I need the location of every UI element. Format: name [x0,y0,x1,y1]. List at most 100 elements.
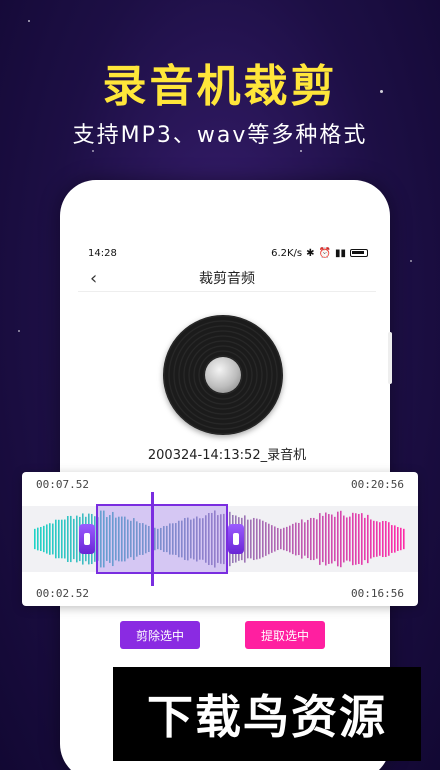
waveform-bar [286,526,288,552]
waveform-bar [403,528,405,550]
waveform-bar [277,527,279,551]
waveform-bar [256,518,258,560]
file-name: 200324-14:13:52_录音机 [147,448,307,463]
star-decoration [18,330,20,332]
waveform-bar [250,519,252,559]
waveform-bar [373,520,375,558]
cut-selection-button[interactable]: 剪除选中 [120,621,200,649]
waveform-bar [52,523,54,555]
waveform-bar [76,515,78,563]
waveform-bar [346,517,348,561]
vinyl-disc-image [163,315,283,435]
promo-subline: 支持MP3、wav等多种格式 [72,123,368,148]
waveform-bar [337,511,339,567]
time-label-bottom-left: 00:02.52 [36,587,89,600]
star-decoration [92,150,94,152]
waveform-bar [268,523,270,555]
waveform-bar [313,517,315,561]
alarm-icon: ⏰ [318,247,331,259]
waveform-bar [289,525,291,553]
waveform-bar [343,515,345,563]
waveform-bar [376,521,378,557]
waveform-bar [331,514,333,564]
waveform-bar [43,525,45,553]
waveform-bar [304,522,306,556]
battery-icon [350,249,368,257]
waveform-bar [58,519,60,559]
waveform-bar [316,519,318,559]
waveform-bar [361,513,363,565]
waveform-bar [49,523,51,555]
status-icons: 6.2K/s ✱ ⏰ ▮▮ [271,248,368,259]
selection-range[interactable] [96,504,228,574]
waveform-bar [310,517,312,561]
waveform-bar [73,518,75,560]
waveform-bar [64,519,66,559]
waveform-bar [394,525,396,553]
time-label-bottom-right: 00:16:56 [351,587,404,600]
waveform-bar [37,527,39,551]
waveform-bar [352,512,354,566]
waveform-bar [55,519,57,559]
promo-headline: 录音机裁剪 [102,61,338,112]
audio-trim-editor: 00:07.52 00:20:56 00:02.52 00:16:56 [22,472,418,606]
waveform-bar [355,513,357,565]
playhead-marker[interactable] [151,492,154,586]
waveform-bar [244,515,246,563]
waveform-bar [388,522,390,556]
waveform-bar [46,524,48,554]
waveform-bar [259,519,261,559]
waveform-bar [262,520,264,558]
waveform-bar [367,514,369,564]
time-label-top-left: 00:07.52 [36,478,89,491]
waveform-bar [334,516,336,562]
time-label-top-right: 00:20:56 [351,478,404,491]
waveform-bar [274,526,276,552]
waveform-bar [370,519,372,559]
waveform-bar [280,528,282,550]
waveform-bar [307,519,309,559]
phone-side-button [388,332,392,384]
star-decoration [28,20,30,22]
waveform-bar [340,510,342,568]
disc-center-icon [205,357,241,393]
waveform-bar [283,527,285,551]
status-bar: 14:28 6.2K/s ✱ ⏰ ▮▮ [88,245,368,261]
nav-bar: ‹ 裁剪音频 [78,262,376,292]
status-time: 14:28 [88,247,117,259]
waveform-bar [391,525,393,553]
watermark-banner: 下载鸟资源 [113,667,421,761]
waveform-bar [358,513,360,565]
waveform-bar [319,513,321,565]
net-speed: 6.2K/s [271,247,303,259]
page-title: 裁剪音频 [199,271,255,287]
waveform-bar [67,516,69,562]
waveform-bar [253,517,255,561]
waveform-bar [34,528,36,550]
waveform-bar [271,525,273,553]
waveform-bar [70,515,72,563]
star-decoration [410,260,412,262]
waveform-bar [265,522,267,556]
waveform-bar [397,527,399,551]
signal-icon: ▮▮ [334,247,346,259]
waveform-bar [325,512,327,566]
waveform-bar [322,515,324,563]
extract-selection-button[interactable]: 提取选中 [245,621,325,649]
waveform-bar [295,522,297,556]
star-decoration [300,150,302,152]
selection-start-handle[interactable] [79,524,95,554]
waveform-bar [298,522,300,556]
selection-end-handle[interactable] [228,524,244,554]
waveform-bar [328,514,330,564]
waveform-bar [349,516,351,562]
waveform-bar [292,523,294,555]
waveform-bar [379,522,381,556]
waveform-bar [400,527,402,551]
waveform-bar [40,526,42,552]
waveform-bar [301,519,303,559]
bluetooth-icon: ✱ [306,247,315,259]
waveform-bar [247,519,249,559]
waveform-bar [61,519,63,559]
watermark-text: 下载鸟资源 [147,690,387,744]
